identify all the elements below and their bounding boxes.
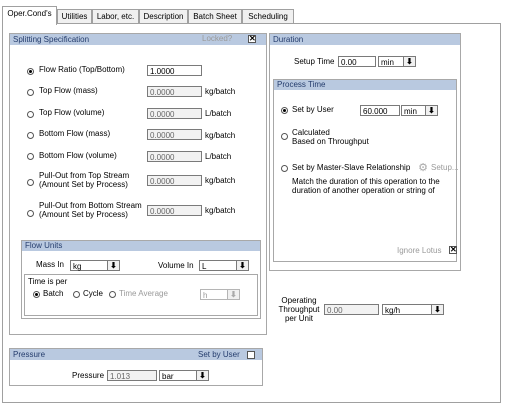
pull-out-bottom-input[interactable]: 0.0000 bbox=[147, 205, 202, 216]
process-time-input[interactable]: 60.000 bbox=[360, 105, 400, 116]
time-average-label: Time Average bbox=[119, 289, 168, 298]
bottom-flow-mass-label: Bottom Flow (mass) bbox=[39, 129, 111, 138]
time-average-dropdown-icon[interactable]: ⬇ bbox=[227, 290, 239, 299]
pressure-unit-select[interactable]: bar ⬇ bbox=[159, 370, 209, 381]
top-flow-volume-label: Top Flow (volume) bbox=[39, 108, 105, 117]
volume-unit-select[interactable]: L ⬇ bbox=[199, 260, 249, 271]
process-time-unit-select[interactable]: min ⬇ bbox=[401, 105, 438, 116]
process-time-unit-value: min bbox=[404, 107, 417, 116]
tab-description[interactable]: Description bbox=[139, 9, 188, 24]
tab-batch-sheet[interactable]: Batch Sheet bbox=[188, 9, 242, 24]
top-flow-volume-input[interactable]: 0.0000 bbox=[147, 108, 202, 119]
bottom-flow-volume-input[interactable]: 0.0000 bbox=[147, 151, 202, 162]
setup-time-dropdown-icon[interactable]: ⬇ bbox=[403, 57, 415, 66]
radio-bottom-flow-mass[interactable] bbox=[27, 132, 34, 139]
top-flow-volume-unit: L/batch bbox=[205, 109, 232, 118]
volume-unit-dropdown-icon[interactable]: ⬇ bbox=[236, 261, 248, 270]
locked-checkbox[interactable]: ✕ bbox=[248, 35, 256, 43]
radio-batch[interactable] bbox=[33, 291, 40, 298]
throughput-dropdown-icon[interactable]: ⬇ bbox=[431, 305, 443, 314]
top-flow-mass-input[interactable]: 0.0000 bbox=[147, 86, 202, 97]
radio-top-flow-mass[interactable] bbox=[27, 89, 34, 96]
pressure-dropdown-icon[interactable]: ⬇ bbox=[196, 371, 208, 380]
setup-button[interactable]: Setup... bbox=[431, 163, 459, 173]
process-time-dropdown-icon[interactable]: ⬇ bbox=[425, 106, 437, 115]
radio-calculated[interactable] bbox=[281, 133, 288, 140]
setup-time-label: Setup Time bbox=[294, 57, 335, 66]
batch-label: Batch bbox=[43, 289, 64, 298]
splitting-panel: Splitting Specification Locked? ✕ Flow R… bbox=[9, 33, 267, 335]
pressure-label: Pressure bbox=[72, 371, 105, 380]
mass-unit-value: kg bbox=[73, 262, 82, 271]
pressure-set-by-user-checkbox[interactable] bbox=[247, 351, 255, 359]
process-time-group: Process Time Set by User 60.000 min ⬇ Ca… bbox=[273, 79, 459, 262]
pull-out-top-input[interactable]: 0.0000 bbox=[147, 175, 202, 186]
time-is-per-label: Time is per bbox=[28, 277, 68, 286]
top-flow-mass-label: Top Flow (mass) bbox=[39, 86, 98, 95]
duration-title: Duration bbox=[270, 34, 460, 45]
process-time-title: Process Time bbox=[274, 80, 456, 90]
ignore-lotus-checkbox[interactable]: ✕ bbox=[449, 246, 457, 254]
bottom-flow-volume-label: Bottom Flow (volume) bbox=[39, 151, 117, 160]
radio-pull-out-bottom[interactable] bbox=[27, 210, 34, 217]
master-slave-desc-line2: duration of another operation or string … bbox=[292, 186, 435, 195]
top-flow-mass-unit: kg/batch bbox=[205, 87, 236, 96]
flow-ratio-label: Flow Ratio (Top/Bottom) bbox=[39, 65, 125, 74]
radio-set-by-user[interactable] bbox=[281, 107, 288, 114]
bottom-flow-mass-input[interactable]: 0.0000 bbox=[147, 129, 202, 140]
time-is-per-group: Time is per Batch Cycle Time Average h ⬇ bbox=[24, 274, 258, 316]
radio-cycle[interactable] bbox=[73, 291, 80, 298]
setup-time-input[interactable]: 0.00 bbox=[338, 56, 376, 67]
pressure-input[interactable]: 1.013 bbox=[107, 370, 157, 381]
calculated-sublabel: Based on Throughput bbox=[292, 137, 369, 146]
radio-pull-out-top[interactable] bbox=[27, 179, 34, 186]
set-by-user-label: Set by User bbox=[292, 105, 334, 114]
pressure-set-by-user-label: Set by User bbox=[198, 350, 240, 359]
tab-labor[interactable]: Labor, etc. bbox=[92, 9, 139, 24]
throughput-unit-select[interactable]: kg/h ⬇ bbox=[382, 304, 444, 315]
throughput-label-line3: per Unit bbox=[284, 314, 313, 323]
radio-master-slave[interactable] bbox=[281, 165, 288, 172]
radio-flow-ratio[interactable] bbox=[27, 68, 34, 75]
gear-icon: ⚙ bbox=[418, 162, 428, 174]
time-average-unit-value: h bbox=[203, 291, 208, 300]
radio-top-flow-volume[interactable] bbox=[27, 111, 34, 118]
pull-out-top-sublabel: (Amount Set by Process) bbox=[39, 180, 128, 189]
tab-utilities[interactable]: Utilities bbox=[57, 9, 92, 24]
setup-time-unit-select[interactable]: min ⬇ bbox=[378, 56, 416, 67]
cycle-label: Cycle bbox=[83, 289, 104, 298]
tab-scheduling[interactable]: Scheduling bbox=[242, 9, 294, 24]
throughput-input[interactable]: 0.00 bbox=[324, 304, 379, 315]
flow-units-group: Flow Units Mass In kg ⬇ Volume In L ⬇ Ti… bbox=[21, 240, 261, 319]
pressure-unit-value: bar bbox=[162, 372, 174, 381]
ignore-lotus-label: Ignore Lotus bbox=[397, 246, 442, 255]
bottom-flow-mass-unit: kg/batch bbox=[205, 131, 236, 140]
pull-out-bottom-unit: kg/batch bbox=[205, 206, 236, 215]
locked-label: Locked? bbox=[202, 34, 233, 43]
mass-unit-select[interactable]: kg ⬇ bbox=[70, 260, 120, 271]
tab-oper-conds[interactable]: Oper.Cond's bbox=[2, 6, 57, 25]
throughput-unit-value: kg/h bbox=[385, 306, 401, 315]
volume-unit-value: L bbox=[202, 262, 207, 271]
time-average-unit-select[interactable]: h ⬇ bbox=[200, 289, 240, 300]
mass-unit-dropdown-icon[interactable]: ⬇ bbox=[107, 261, 119, 270]
duration-panel: Duration Setup Time 0.00 min ⬇ Process T… bbox=[269, 33, 461, 271]
radio-bottom-flow-volume[interactable] bbox=[27, 153, 34, 160]
pull-out-top-unit: kg/batch bbox=[205, 176, 236, 185]
pull-out-bottom-sublabel: (Amount Set by Process) bbox=[39, 210, 128, 219]
radio-time-average[interactable] bbox=[109, 291, 116, 298]
bottom-flow-volume-unit: L/batch bbox=[205, 152, 232, 161]
mass-in-label: Mass In bbox=[36, 260, 65, 269]
setup-time-unit-value: min bbox=[381, 58, 394, 67]
pressure-panel: Pressure Set by User Pressure 1.013 bar … bbox=[9, 348, 263, 386]
flow-ratio-input[interactable]: 1.0000 bbox=[147, 65, 202, 76]
flow-units-title: Flow Units bbox=[22, 241, 260, 251]
volume-in-label: Volume In bbox=[158, 261, 194, 270]
master-slave-label: Set by Master-Slave Relationship bbox=[292, 163, 411, 172]
